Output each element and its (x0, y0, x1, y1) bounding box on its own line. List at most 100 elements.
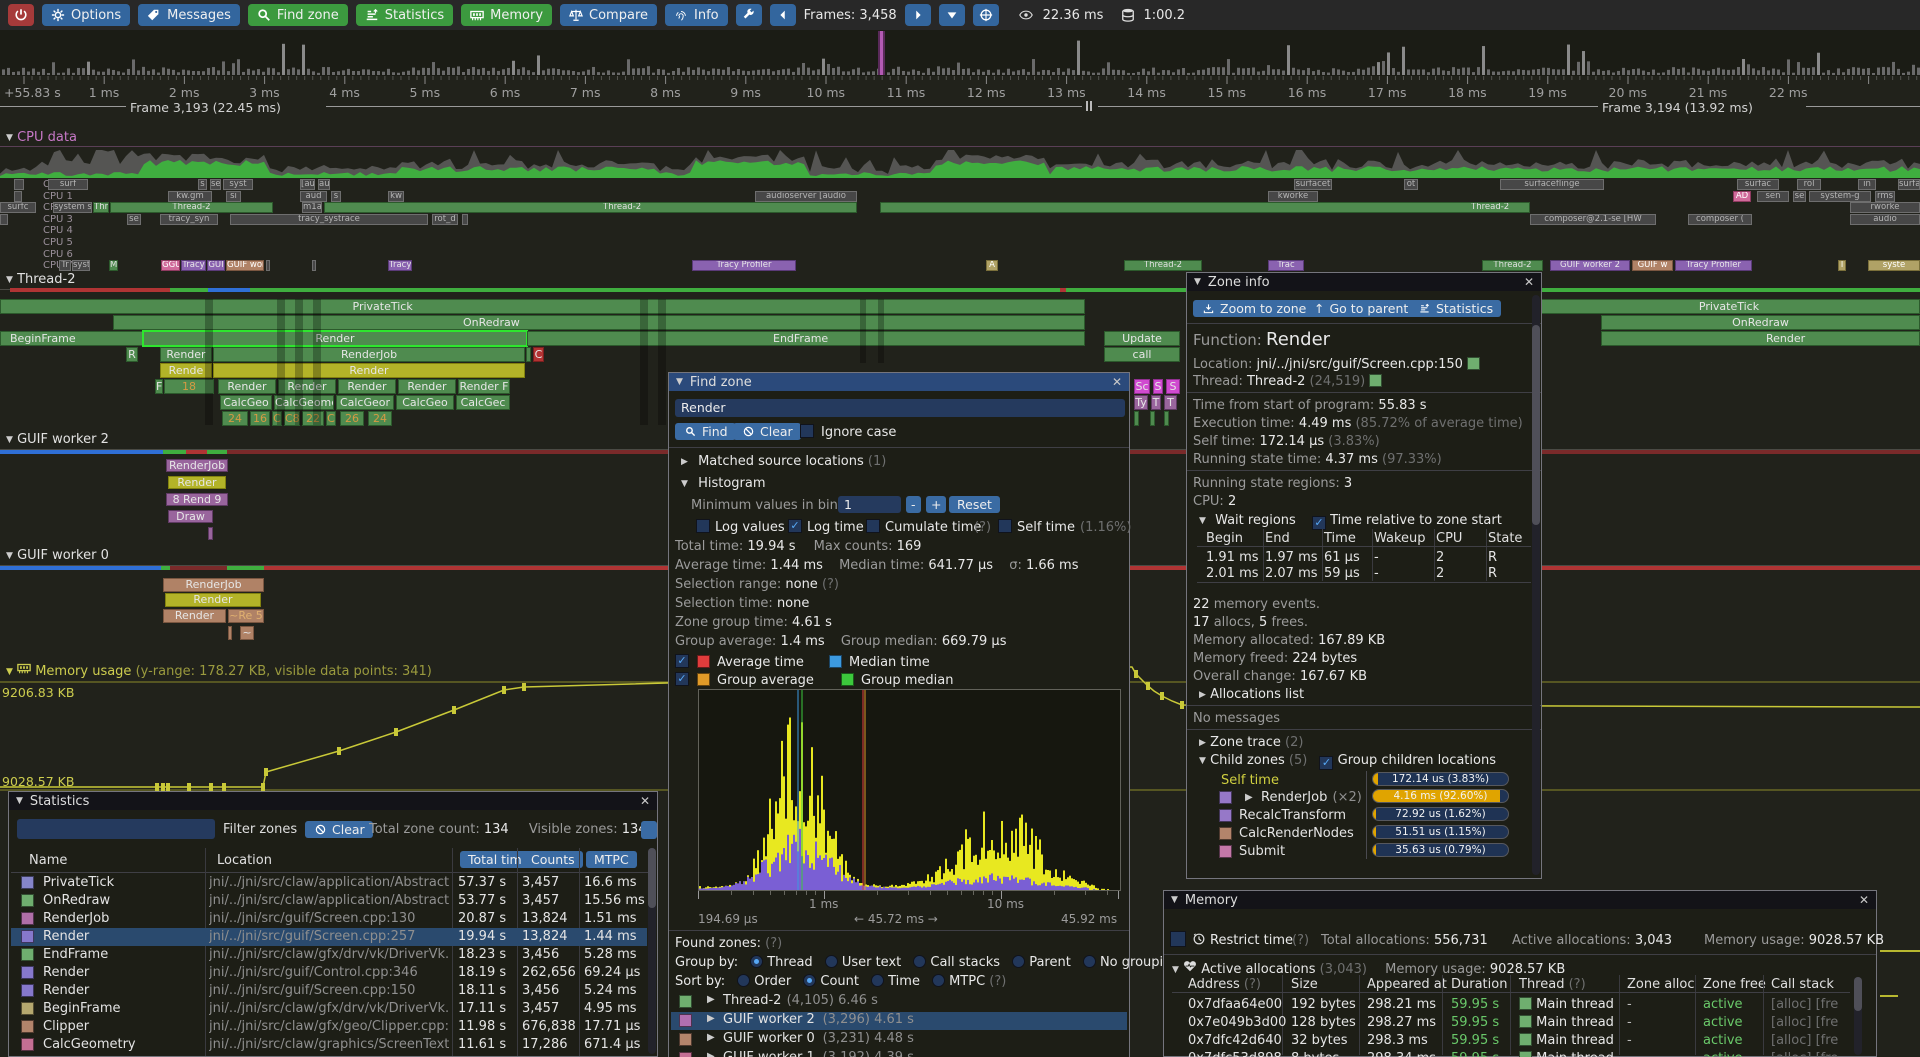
child-zone-row[interactable]: ▶RenderJob(×2) (1187, 790, 1367, 807)
cpu-zone[interactable]: composer@2.1-se [HW (1530, 214, 1656, 225)
info-button[interactable]: Info (665, 4, 728, 26)
collapse-icon[interactable]: ▼ (6, 275, 13, 285)
sort-by-radio-count[interactable] (803, 974, 816, 987)
mem-col-size[interactable]: Size (1291, 977, 1318, 992)
timeline-zone[interactable] (228, 626, 232, 640)
stats-col-total-time[interactable]: Total tim (460, 851, 530, 868)
tools-button[interactable] (736, 4, 762, 26)
axis-span[interactable]: ← 45.72 ms → (854, 912, 938, 926)
cpu-zone[interactable]: GUIF wor (226, 260, 264, 271)
expand-icon[interactable]: ▶ (707, 994, 715, 1005)
show-group-checkbox[interactable] (675, 672, 689, 686)
group-by-radio-parent[interactable] (1012, 955, 1025, 968)
cpu-zone[interactable]: kw.gm (168, 191, 212, 202)
collapse-icon[interactable]: ▼ (16, 796, 23, 806)
timeline-zone[interactable]: T (1151, 395, 1161, 410)
timeline-zone[interactable] (1150, 411, 1155, 426)
close-icon[interactable]: ✕ (1524, 275, 1534, 289)
compare-button[interactable]: Compare (560, 4, 657, 26)
cpu-zone[interactable]: m1a (302, 202, 322, 213)
stats-col-mtpc[interactable]: MTPC (586, 851, 637, 868)
cpu-zone[interactable]: M (109, 260, 118, 271)
log-time-checkbox[interactable] (788, 519, 802, 533)
found-zone-group-row[interactable]: ▶GUIF worker 0(3,231) 4.48 s (671, 1031, 1127, 1049)
timeline-zone[interactable]: Draw (168, 510, 213, 523)
timeline-zone[interactable]: PrivateTick (1538, 299, 1920, 314)
alloc-thread[interactable]: Main thread (1519, 1051, 1614, 1057)
cpu-zone[interactable]: GGUIF (161, 260, 180, 271)
cpu-zone[interactable]: composer ( (1688, 214, 1752, 225)
stats-table-row[interactable]: EndFramejni/../jni/src/claw/gfx/drv/vk/D… (11, 946, 647, 964)
find-button[interactable]: Find (675, 423, 736, 440)
ignore-case-checkbox[interactable] (800, 424, 814, 438)
collapse-icon[interactable]: ▼ (681, 479, 688, 489)
location-value[interactable]: jni/../jni/src/guif/Screen.cpp:150 (1257, 357, 1463, 372)
cpu-zone[interactable]: syste (1868, 260, 1920, 271)
cpu-zone[interactable]: A (986, 260, 998, 271)
cpu-zone[interactable]: Thread-2 (324, 202, 857, 213)
timeline-zone[interactable]: Render (218, 379, 276, 394)
find-zone-histogram[interactable] (698, 689, 1121, 891)
cpu-zone[interactable]: in (1858, 179, 1876, 190)
timeline-zone[interactable]: EndFrame (527, 331, 1085, 346)
cpu-zone[interactable]: audio (1850, 214, 1920, 225)
cpu-zone[interactable]: au (318, 179, 330, 190)
cpu-zone[interactable] (312, 260, 316, 271)
cpu-zone[interactable] (266, 260, 270, 271)
help-mark[interactable]: (?) (765, 936, 782, 951)
timeline-zone[interactable]: Update (1104, 331, 1180, 346)
min-bin-decrease-button[interactable]: - (906, 496, 921, 513)
cpu-zone[interactable] (462, 214, 468, 225)
cpu-zone[interactable]: aud (300, 191, 327, 202)
child-zones-section[interactable]: ▼ Child zones (5) Group children locatio… (1199, 753, 1496, 770)
timeline-zone[interactable]: T (1164, 395, 1177, 410)
timeline-zone[interactable]: Render (168, 476, 226, 489)
cpu-zone[interactable]: si (226, 191, 241, 202)
close-icon[interactable]: ✕ (1112, 375, 1122, 389)
group-by-radio-user-text[interactable] (825, 955, 838, 968)
stats-table-row[interactable]: PrivateTickjni/../jni/src/claw/applicati… (11, 874, 647, 892)
statistics-titlebar[interactable]: ▼ Statistics ✕ (9, 792, 657, 810)
cpu-data-header[interactable]: ▼ CPU data (6, 130, 77, 145)
allocations-list-section[interactable]: ▶ Allocations list (1199, 687, 1304, 702)
cpu-zone[interactable]: Thre (93, 202, 109, 213)
timeline-zone[interactable]: Render (278, 379, 336, 394)
frame-label[interactable]: Frame 3,194 (13.92 ms) (1602, 100, 1753, 115)
cpu-zone[interactable]: surfaceflinge (1500, 179, 1604, 190)
alloc-appeared[interactable]: 298.27 ms (1367, 1015, 1436, 1030)
stats-col-location[interactable]: Location (217, 853, 272, 868)
timeline-zone[interactable]: 26 (340, 411, 364, 426)
go-to-parent-button[interactable]: ↑Go to parent (1306, 300, 1416, 317)
expand-icon[interactable]: ▶ (1199, 690, 1206, 700)
help-mark[interactable]: (?) (1240, 977, 1261, 992)
timeline-zone[interactable]: Render F (458, 379, 510, 394)
cpu-zone[interactable]: Trac (1268, 260, 1304, 271)
stats-scrollbar[interactable] (648, 848, 656, 1054)
frame-overview-graph[interactable] (0, 30, 1920, 76)
alloc-address[interactable]: 0x7e049b3d00 (1188, 1015, 1286, 1030)
cpu-zone[interactable]: se (127, 214, 141, 225)
cpu-zone[interactable]: system se (53, 202, 92, 213)
cpu-zone[interactable]: s (331, 191, 341, 202)
timeline-zone[interactable]: call (1104, 347, 1180, 362)
thread-header[interactable]: ▼ Thread-2 (6, 272, 75, 287)
zone-info-titlebar[interactable]: ▼ Zone info ✕ (1187, 273, 1541, 291)
timeline-zone[interactable]: Ty (1134, 395, 1148, 410)
find-zone-titlebar[interactable]: ▼ Find zone ✕ (669, 373, 1129, 391)
statistics-jump-button[interactable]: Statistics (1409, 300, 1501, 317)
cpu-zone[interactable]: syst (72, 260, 90, 271)
cumulate-time-checkbox[interactable] (866, 519, 880, 533)
mem-col-address[interactable]: Address (?) (1188, 977, 1261, 992)
timeline-zone[interactable]: BeginFrame (0, 331, 143, 346)
stats-extra-button[interactable] (641, 821, 657, 839)
timeline-zone[interactable]: Render (165, 593, 261, 607)
cpu-zone[interactable]: system-g (1809, 191, 1871, 202)
next-frame-button[interactable] (905, 4, 931, 26)
timeline-zone[interactable]: CalcGeor (336, 395, 394, 410)
mem-col-appeared-at[interactable]: Appeared at (1367, 977, 1447, 992)
expand-icon[interactable]: ▶ (681, 457, 688, 467)
alloc-address[interactable]: 0x7dfc42d640 (1188, 1033, 1282, 1048)
collapse-icon[interactable]: ▼ (1171, 895, 1178, 905)
cpu-zone[interactable]: AD (1733, 191, 1751, 202)
self-time-checkbox[interactable] (998, 519, 1012, 533)
